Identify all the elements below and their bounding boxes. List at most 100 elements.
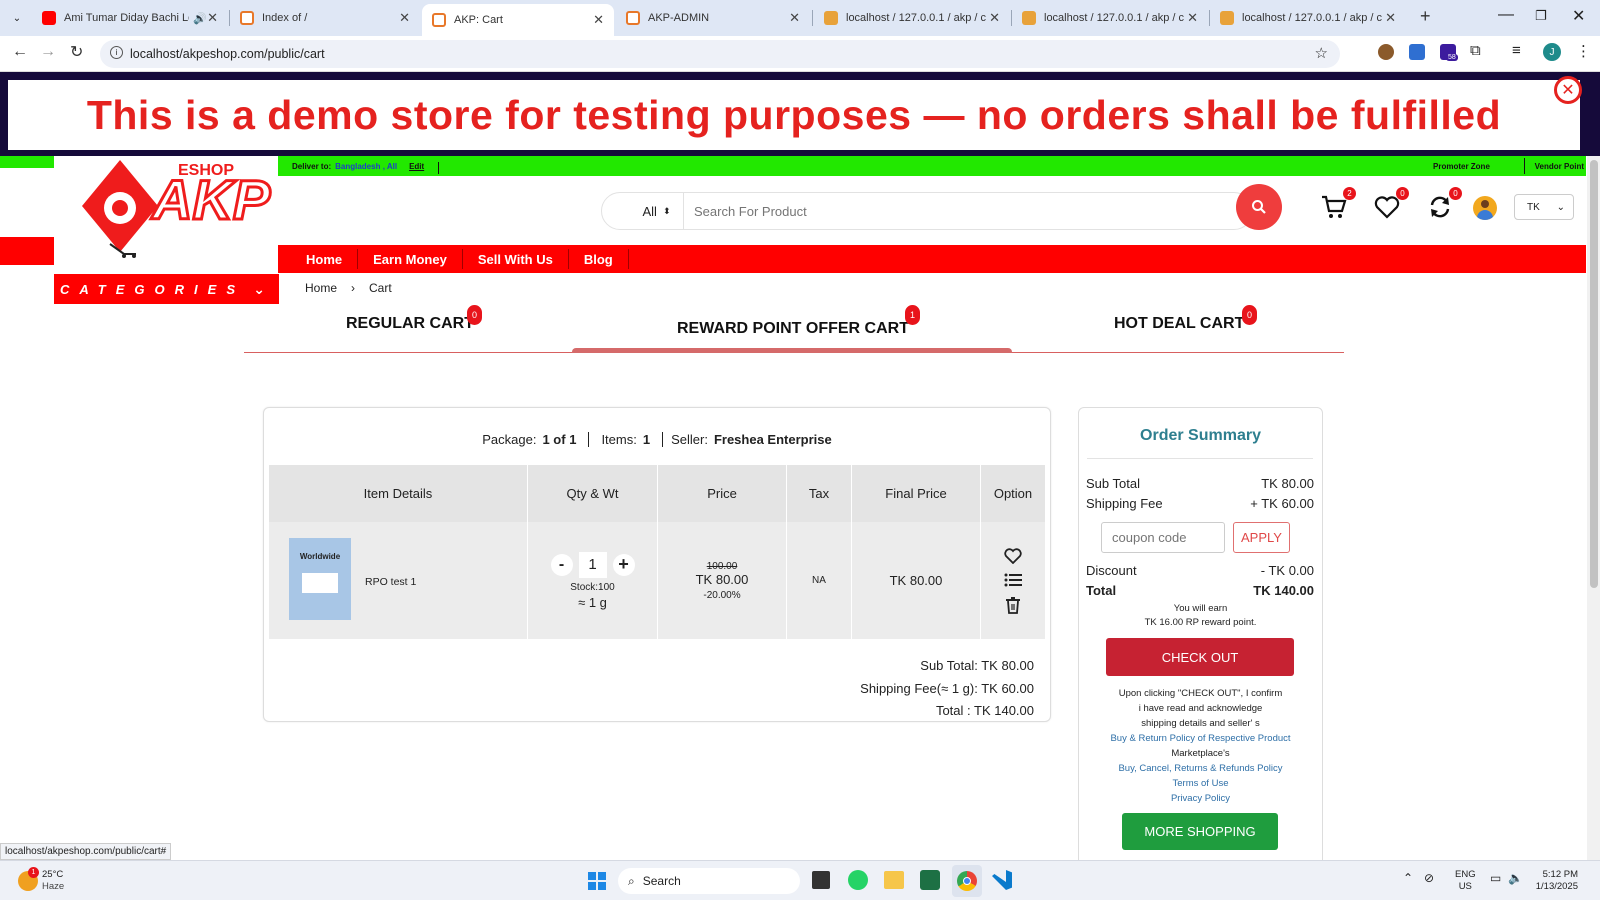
profile-avatar[interactable]: J (1543, 43, 1561, 61)
speaker-icon[interactable]: 🔊 (193, 12, 207, 25)
coupon-input[interactable] (1101, 522, 1225, 553)
tab-admin[interactable]: AKP-ADMIN ✕ (616, 4, 810, 32)
summary-total: Total TK 140.00 (1086, 583, 1314, 598)
close-icon[interactable]: ✕ (989, 10, 1000, 26)
back-icon[interactable]: ← (12, 43, 28, 61)
wishlist-button[interactable]: 0 (1373, 187, 1409, 226)
kebab-menu-icon[interactable]: ⋮ (1576, 42, 1591, 60)
weather-widget[interactable]: 25°C Haze (42, 869, 64, 893)
close-icon[interactable]: ✕ (399, 10, 410, 26)
more-shopping-button[interactable]: MORE SHOPPING (1122, 813, 1278, 850)
vscode-icon[interactable] (992, 870, 1012, 890)
sail-icon (824, 11, 838, 25)
tab-hot-deal-cart[interactable]: HOT DEAL CART (1114, 315, 1244, 333)
task-view-icon[interactable] (812, 871, 830, 889)
checkout-button[interactable]: CHECK OUT (1106, 638, 1294, 676)
user-avatar-icon[interactable] (1473, 196, 1497, 220)
top-info-bar: Deliver to: Bangladesh , All Edit Promot… (278, 156, 1586, 176)
promoter-zone-link[interactable]: Promoter Zone (1433, 162, 1490, 171)
nav-earn-money[interactable]: Earn Money (358, 249, 463, 269)
tab-regular-cart[interactable]: REGULAR CART (346, 315, 474, 333)
file-explorer-icon[interactable] (884, 871, 904, 889)
refund-policy-link[interactable]: Buy, Cancel, Returns & Refunds Policy (1078, 761, 1323, 776)
close-icon[interactable]: ✕ (1187, 10, 1198, 26)
list-icon[interactable] (1004, 572, 1022, 588)
cart-button[interactable]: 2 (1320, 187, 1356, 226)
reload-icon[interactable]: ↻ (70, 42, 83, 62)
close-icon[interactable]: ✕ (207, 10, 218, 26)
display-icon[interactable]: ▭ (1490, 871, 1501, 885)
demo-banner-text-box: This is a demo store for testing purpose… (8, 80, 1580, 150)
deliver-edit-link[interactable]: Edit (409, 162, 424, 174)
url-field[interactable]: i localhost/akpeshop.com/public/cart ☆ (100, 40, 1340, 68)
close-icon[interactable]: ✕ (1385, 10, 1396, 26)
hot-deal-cart-badge: 0 (1242, 305, 1257, 325)
windows-start-icon[interactable] (588, 872, 606, 890)
weight-text: ≈ 1 g (578, 594, 607, 610)
breadcrumb-home[interactable]: Home (305, 281, 337, 295)
privacy-link[interactable]: Privacy Policy (1078, 791, 1323, 806)
network-off-icon[interactable]: ⊘ (1424, 871, 1434, 885)
tab-index[interactable]: Index of / ✕ (230, 4, 420, 32)
close-icon[interactable]: ✕ (593, 12, 604, 28)
wishlist-heart-icon[interactable] (1004, 547, 1022, 564)
banner-close-icon[interactable]: ✕ (1554, 76, 1582, 104)
new-tab-plus-icon[interactable]: + (1420, 6, 1431, 27)
qty-value[interactable]: 1 (578, 551, 607, 578)
site-info-icon[interactable]: i (110, 46, 123, 59)
buy-return-policy-link[interactable]: Buy & Return Policy of Respective Produc… (1078, 731, 1323, 746)
minimize-icon[interactable]: — (1498, 6, 1514, 24)
terms-link[interactable]: Terms of Use (1078, 776, 1323, 791)
search-input[interactable] (694, 203, 1214, 219)
whatsapp-icon[interactable] (848, 870, 868, 890)
tab-search-icon[interactable]: ⌄ (8, 9, 26, 27)
product-name[interactable]: RPO test 1 (365, 576, 416, 588)
search-icon (1252, 200, 1266, 214)
close-icon[interactable]: ✕ (789, 10, 800, 26)
taskbar-search[interactable]: ⌕ Search (618, 868, 800, 894)
star-bookmark-icon[interactable]: ☆ (1315, 44, 1328, 62)
trash-icon[interactable] (1005, 596, 1021, 614)
vendor-point-link[interactable]: Vendor Point (1522, 162, 1584, 171)
tab-phpmyadmin-3[interactable]: localhost / 127.0.0.1 / akp / che ✕ (1210, 4, 1406, 32)
page-icon (626, 11, 640, 25)
tab-reward-point-offer-cart[interactable]: REWARD POINT OFFER CART (677, 320, 909, 338)
nav-sell-with-us[interactable]: Sell With Us (463, 249, 569, 269)
deliver-location-link[interactable]: Bangladesh , All (335, 162, 397, 174)
scrollbar-thumb[interactable] (1590, 160, 1598, 588)
header-item-details: Item Details (269, 465, 528, 522)
chevron-up-icon[interactable]: ⌃ (1403, 871, 1413, 885)
tab-youtube[interactable]: Ami Tumar Diday Bachi Lofi 🔊 ✕ (32, 4, 228, 32)
search-button[interactable] (1236, 184, 1282, 230)
excel-icon[interactable] (920, 870, 940, 890)
nav-blog[interactable]: Blog (569, 249, 629, 269)
apply-coupon-button[interactable]: APPLY (1233, 522, 1290, 553)
chevron-down-icon: ⌄ (253, 280, 265, 297)
forward-icon[interactable]: → (40, 43, 56, 61)
logo[interactable]: ESHOP AKP (80, 158, 272, 258)
product-thumbnail[interactable]: Worldwide (289, 538, 351, 620)
cookie-extension-icon[interactable] (1378, 44, 1394, 60)
currency-select[interactable]: TK ⌄ (1514, 194, 1574, 220)
chrome-taskbar-active[interactable] (952, 865, 982, 897)
nav-home[interactable]: Home (291, 249, 359, 269)
language-indicator[interactable]: ENG US (1455, 869, 1476, 893)
cart-totals: Sub Total: TK 80.00 Shipping Fee(≈ 1 g):… (780, 655, 1034, 723)
restore-icon[interactable]: ❐ (1535, 8, 1547, 24)
tab-phpmyadmin-1[interactable]: localhost / 127.0.0.1 / akp / che ✕ (814, 4, 1010, 32)
tab-cart-active[interactable]: AKP: Cart ✕ (422, 4, 614, 36)
cart-subtotal: Sub Total: TK 80.00 (920, 658, 1034, 673)
volume-icon[interactable]: 🔈 (1508, 871, 1523, 885)
translate-extension-icon[interactable] (1409, 44, 1425, 60)
compare-button[interactable]: 0 (1426, 187, 1462, 226)
tab-phpmyadmin-2[interactable]: localhost / 127.0.0.1 / akp / che ✕ (1012, 4, 1208, 32)
browser-tab-strip: ⌄ Ami Tumar Diday Bachi Lofi 🔊 ✕ Index o… (0, 0, 1600, 36)
search-category-select[interactable]: All ⬍ (602, 193, 684, 229)
categories-button[interactable]: CATEGORIES ⌄ (54, 274, 279, 304)
puzzle-extensions-icon[interactable]: ⧉ (1470, 42, 1481, 59)
window-close-icon[interactable]: ✕ (1572, 6, 1585, 26)
media-controls-icon[interactable]: ≡ (1512, 42, 1521, 59)
clock[interactable]: 5:12 PM 1/13/2025 (1530, 869, 1578, 893)
qty-minus-button[interactable]: - (550, 553, 573, 576)
qty-plus-button[interactable]: + (612, 553, 635, 576)
